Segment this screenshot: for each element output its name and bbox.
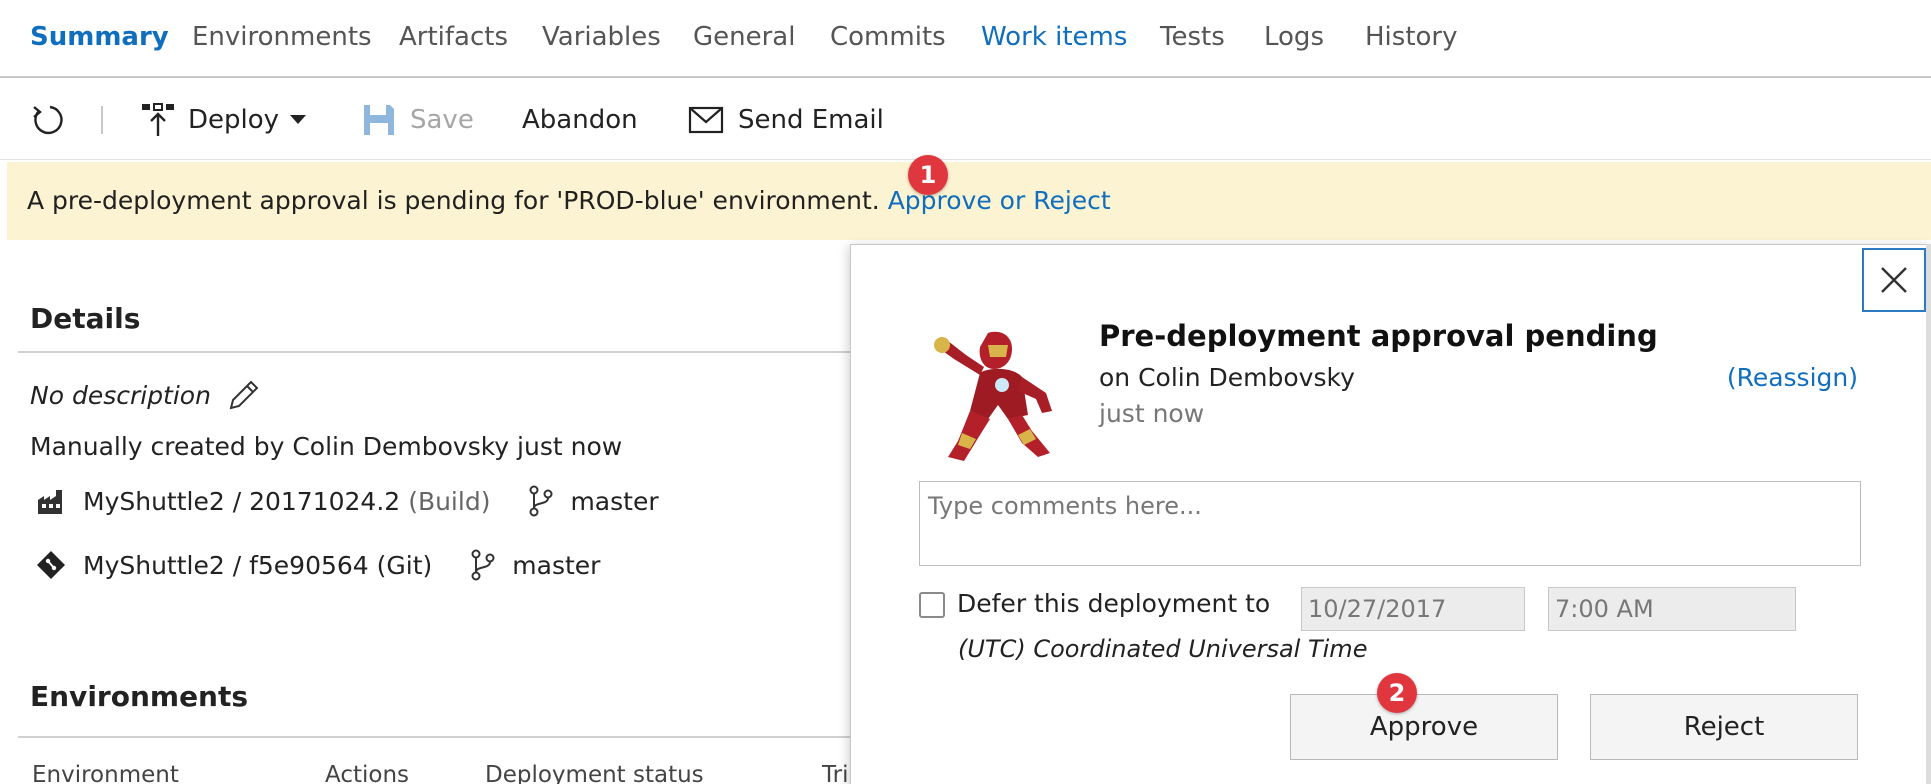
banner-message: A pre-deployment approval is pending for… [27, 186, 1111, 215]
branch-icon [471, 549, 495, 581]
banner-text: A pre-deployment approval is pending for… [27, 186, 880, 215]
details-divider [18, 351, 850, 353]
build-icon [38, 490, 62, 514]
step-badge-2: 2 [1377, 673, 1417, 713]
close-icon [1881, 267, 1907, 293]
defer-label: Defer this deployment to [957, 589, 1271, 618]
column-header-actions: Actions [325, 762, 410, 784]
dialog-title: Pre-deployment approval pending [1099, 319, 1658, 353]
approve-button[interactable]: Approve [1290, 694, 1558, 760]
close-button[interactable] [1862, 248, 1926, 312]
save-label: Save [410, 105, 474, 135]
artifact-build-name[interactable]: MyShuttle2 / 20171024.2 [83, 487, 400, 516]
approval-banner: A pre-deployment approval is pending for… [7, 162, 1931, 240]
defer-time-input[interactable] [1548, 587, 1796, 631]
description-row: No description [30, 378, 261, 412]
tab-history[interactable]: History [1365, 22, 1458, 52]
tab-work-items[interactable]: Work items [981, 22, 1127, 52]
comments-input[interactable] [919, 481, 1861, 566]
artifact-git-name[interactable]: MyShuttle2 / f5e90564 (Git) [83, 551, 432, 580]
deploy-button[interactable]: Deploy [140, 102, 307, 138]
environments-heading: Environments [30, 680, 249, 713]
send-email-button[interactable]: Send Email [688, 102, 884, 138]
toolbar: Deploy Save Abandon Send Email [0, 80, 1931, 160]
artifact-git-row: MyShuttle2 / f5e90564 (Git) master [36, 549, 600, 581]
abandon-button[interactable]: Abandon [522, 102, 638, 138]
git-icon [37, 551, 65, 579]
send-email-label: Send Email [738, 105, 884, 135]
created-by-text: Manually created by Colin Dembovsky just… [30, 432, 623, 461]
step-badge-1: 1 [908, 155, 948, 195]
refresh-icon [33, 105, 63, 135]
timezone-label: (UTC) Coordinated Universal Time [958, 635, 1368, 663]
artifact-git-branch: master [512, 550, 601, 580]
approver-name: on Colin Dembovsky [1099, 363, 1355, 392]
tab-variables[interactable]: Variables [542, 22, 661, 52]
refresh-button[interactable] [30, 102, 66, 138]
avatar [934, 331, 1052, 461]
column-header-environment: Environment [32, 762, 179, 784]
environments-divider [18, 736, 850, 738]
page-edge-divider [1926, 244, 1931, 784]
artifact-build-branch: master [570, 486, 659, 516]
defer-date-input[interactable] [1301, 587, 1525, 631]
description-text: No description [30, 380, 211, 410]
request-time: just now [1099, 399, 1205, 428]
tab-commits[interactable]: Commits [830, 22, 946, 52]
artifact-build-row: MyShuttle2 / 20171024.2 (Build) master [36, 485, 659, 517]
mail-icon [688, 106, 724, 134]
tab-logs[interactable]: Logs [1264, 22, 1324, 52]
save-button[interactable]: Save [362, 102, 474, 138]
toolbar-divider [101, 106, 103, 134]
tab-tests[interactable]: Tests [1160, 22, 1225, 52]
tab-summary[interactable]: Summary [30, 22, 169, 52]
column-header-truncated: Tri [822, 762, 849, 784]
chevron-down-icon [290, 115, 307, 124]
save-icon [364, 105, 394, 135]
branch-icon [529, 485, 553, 517]
details-heading: Details [30, 302, 141, 335]
reassign-link[interactable]: (Reassign) [1727, 363, 1858, 392]
tab-environments[interactable]: Environments [192, 22, 372, 52]
column-header-deployment-status: Deployment status [485, 762, 704, 784]
defer-checkbox[interactable] [919, 592, 945, 618]
tab-bar: Summary Environments Artifacts Variables… [0, 0, 1931, 78]
tab-artifacts[interactable]: Artifacts [399, 22, 508, 52]
reject-button[interactable]: Reject [1590, 694, 1858, 760]
tab-general[interactable]: General [693, 22, 795, 52]
deploy-label: Deploy [188, 105, 280, 135]
pencil-icon[interactable] [227, 378, 261, 412]
artifact-build-type: (Build) [408, 486, 491, 516]
deploy-icon [142, 103, 174, 136]
